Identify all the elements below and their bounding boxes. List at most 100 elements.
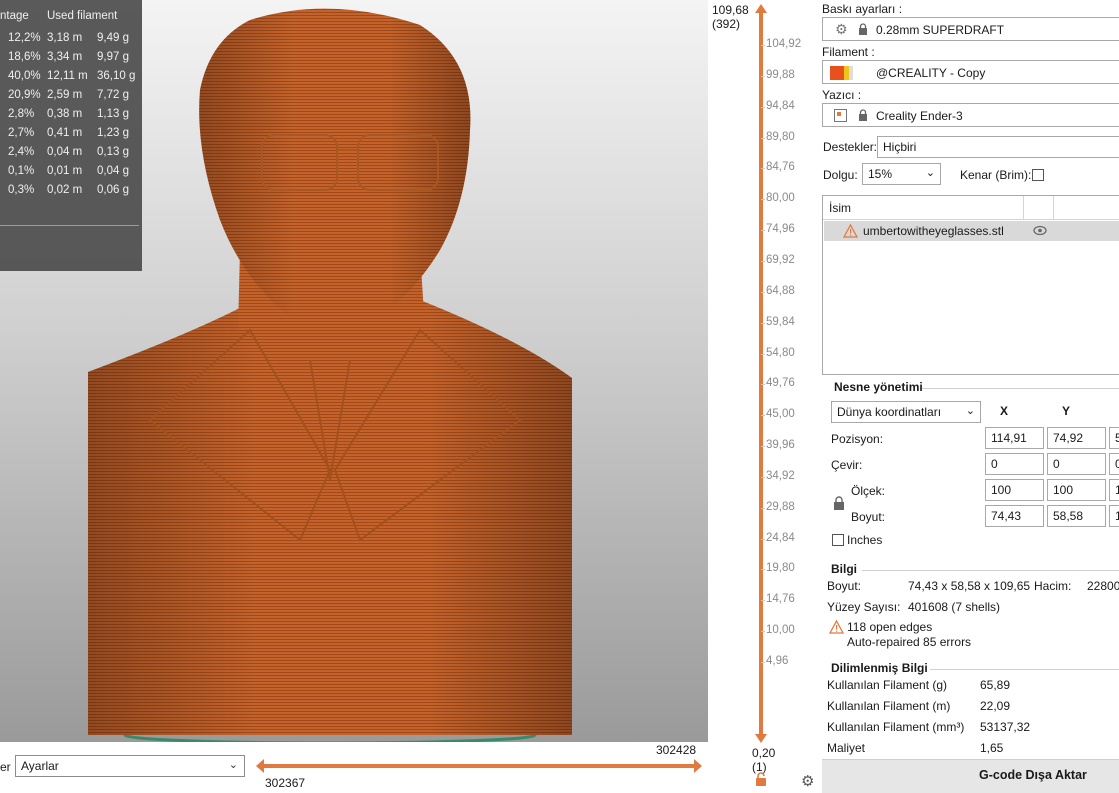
stats-weight: 0,06 g (97, 184, 129, 196)
scale-x-input[interactable]: 100 (985, 479, 1044, 501)
move-slider[interactable] (256, 759, 702, 773)
layer-slider-bottom-thumb[interactable] (755, 734, 767, 743)
layer-tick-label: 49,76 (761, 377, 795, 390)
print-settings-select[interactable]: ⚙ 0.28mm SUPERDRAFT (822, 17, 1119, 41)
filament-mm3-label: Kullanılan Filament (mm³) (827, 720, 965, 734)
layer-slider-top-thumb[interactable] (755, 4, 767, 13)
export-gcode-button[interactable]: G-code Dışa Aktar (822, 759, 1119, 793)
printer-label: Yazıcı : (822, 88, 862, 102)
gear-icon[interactable]: ⚙ (801, 772, 814, 790)
stats-row: 0,1% 0,01 m 0,04 g (0, 165, 142, 184)
stats-row: 12,2% 3,18 m 9,49 g (0, 32, 142, 51)
layer-top-height: 109,68 (712, 3, 749, 17)
stats-weight: 9,49 g (97, 32, 129, 44)
bottom-toolbar: er Ayarlar ⌄ 302428 302367 (0, 742, 708, 793)
object-management-title: Nesne yönetimi (834, 380, 923, 394)
chevron-down-icon: ⌄ (925, 167, 935, 179)
inches-checkbox[interactable] (832, 534, 844, 546)
info-size-value: 74,43 x 58,58 x 109,65 (908, 579, 1031, 593)
cost-value: 1,65 (980, 741, 1004, 755)
size-label: Boyut: (851, 510, 886, 524)
position-y-value: 74,92 (1053, 431, 1084, 445)
rotate-y-input[interactable]: 0 (1047, 453, 1106, 475)
axis-x-header: X (1000, 404, 1009, 418)
filament-value: @CREALITY - Copy (876, 66, 986, 80)
position-z-value: 5 (1115, 431, 1119, 445)
move-slider-right-thumb[interactable] (694, 759, 702, 773)
info-volume-value: 228002 (1087, 579, 1119, 593)
layer-tick-label: 64,88 (761, 284, 795, 297)
layer-slider-track[interactable] (759, 12, 763, 736)
layer-top-readout: 109,68 (392) (712, 3, 749, 31)
object-list[interactable]: İsim umbertowitheyeglasses.stl (822, 195, 1119, 375)
filament-select[interactable]: @CREALITY - Copy (822, 60, 1119, 84)
layer-tick-label: 45,00 (761, 408, 795, 421)
stats-percent: 12,2% (8, 32, 41, 44)
rotate-label: Çevir: (831, 458, 863, 472)
position-z-input[interactable]: 5 (1109, 427, 1119, 449)
stats-percent: 2,7% (8, 127, 35, 139)
layer-tick-label: 94,84 (761, 99, 795, 112)
size-z-input[interactable]: 1 (1109, 505, 1119, 527)
eye-icon[interactable] (1033, 225, 1047, 236)
filament-g-label: Kullanılan Filament (g) (827, 678, 948, 692)
size-x-value: 74,43 (991, 509, 1022, 523)
stats-weight: 9,97 g (97, 51, 129, 63)
lock-icon[interactable] (833, 496, 845, 511)
rotate-x-value: 0 (991, 457, 998, 471)
object-list-name-header: İsim (829, 201, 851, 215)
rotate-x-input[interactable]: 0 (985, 453, 1044, 475)
layer-bottom-height: 0,20 (752, 746, 776, 760)
object-name: umbertowitheyeglasses.stl (863, 224, 1004, 238)
warning-icon (829, 620, 844, 634)
size-y-value: 58,58 (1053, 509, 1084, 523)
infill-select[interactable]: 15% ⌄ (862, 163, 941, 185)
view-settings-value: Ayarlar (21, 759, 59, 773)
lock-icon[interactable] (754, 772, 768, 787)
printer-value: Creality Ender-3 (876, 109, 963, 123)
stats-length: 3,18 m (47, 32, 83, 44)
3d-viewport[interactable]: ntage Used filament 12,2% 3,18 m 9,49 g … (0, 0, 708, 742)
layer-tick-label: 29,88 (761, 500, 795, 513)
move-slider-upper-value: 302428 (656, 743, 697, 757)
scale-label: Ölçek: (851, 484, 886, 498)
size-x-input[interactable]: 74,43 (985, 505, 1044, 527)
settings-gear-icon: ⚙ (835, 21, 848, 37)
layer-tick-label: 4,96 (760, 655, 789, 667)
stats-row: 2,7% 0,41 m 1,23 g (0, 127, 142, 146)
printer-select[interactable]: Creality Ender-3 (822, 103, 1119, 127)
position-y-input[interactable]: 74,92 (1047, 427, 1106, 449)
position-x-value: 114,91 (991, 431, 1027, 445)
rotate-z-input[interactable]: 0 (1109, 453, 1119, 475)
position-x-input[interactable]: 114,91 (985, 427, 1044, 449)
object-list-header: İsim (823, 196, 1119, 220)
brim-label: Kenar (Brim): (960, 168, 1032, 182)
stats-length: 0,01 m (47, 165, 83, 177)
brim-checkbox[interactable] (1032, 169, 1044, 181)
scale-z-input[interactable]: 1 (1109, 479, 1119, 501)
section-divider (862, 570, 1119, 571)
stats-row: 18,6% 3,34 m 9,97 g (0, 51, 142, 70)
stats-row: 2,4% 0,04 m 0,13 g (0, 146, 142, 165)
move-slider-left-thumb[interactable] (256, 759, 264, 773)
stats-weight: 0,13 g (97, 146, 129, 158)
layer-slider-area: 109,68 (392) 104,92 99,88 94,84 89,80 84,76 8… (708, 0, 822, 793)
layer-tick-label: 19,80 (761, 562, 795, 575)
object-list-row[interactable]: umbertowitheyeglasses.stl (824, 221, 1119, 241)
stats-length: 2,59 m (47, 89, 83, 101)
stats-header-used-filament: Used filament (47, 10, 118, 22)
chevron-down-icon: ⌄ (965, 405, 975, 417)
layer-tick-label: 69,92 (761, 253, 795, 266)
info-faces-label: Yüzey Sayısı: (827, 600, 901, 614)
supports-select[interactable]: Hiçbiri (877, 136, 1119, 158)
stats-weight: 0,04 g (97, 165, 129, 177)
stats-length: 0,04 m (47, 146, 83, 158)
coordinate-system-select[interactable]: Dünya koordinatları ⌄ (831, 401, 981, 423)
warning-icon (843, 224, 858, 238)
view-settings-select[interactable]: Ayarlar ⌄ (15, 755, 245, 777)
size-y-input[interactable]: 58,58 (1047, 505, 1106, 527)
section-divider (922, 388, 1119, 389)
layer-tick-label: 104,92 (760, 38, 802, 50)
scale-y-input[interactable]: 100 (1047, 479, 1106, 501)
axis-y-header: Y (1062, 404, 1071, 418)
